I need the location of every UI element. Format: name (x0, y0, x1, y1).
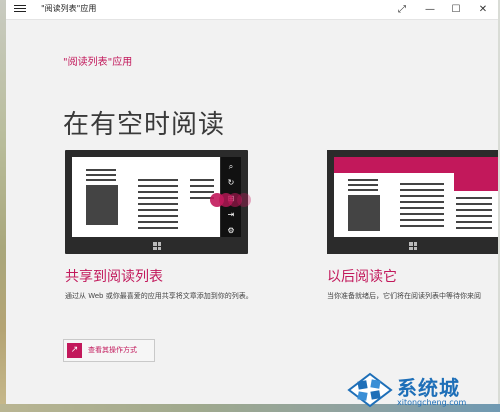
app-title: "阅读列表"应用 (63, 57, 133, 68)
loading-dots (210, 193, 251, 207)
card-title-share: 共享到阅读列表 (65, 269, 163, 285)
see-how-button[interactable]: ↗ 查看其操作方式 (63, 339, 155, 362)
share-icon: ↻ (227, 178, 235, 187)
search-icon: ⌕ (228, 162, 234, 171)
page-heading: 在有空时阅读 (63, 110, 226, 140)
tablet-screen (72, 157, 220, 237)
fullscreen-button[interactable]: ⤢ (388, 0, 416, 19)
hamburger-menu-icon[interactable] (14, 4, 26, 15)
card-desc-read-later: 当你准备就绪后，它们将在阅读列表中等待你来阅 (327, 292, 481, 300)
arrow-out-icon: ↗ (67, 343, 82, 358)
watermark-url: xitongcheng.com (397, 398, 467, 407)
maximize-button[interactable]: ☐ (442, 0, 470, 19)
see-how-label: 查看其操作方式 (88, 346, 137, 354)
app-window: "阅读列表"应用 ⤢ — ☐ ✕ "阅读列表"应用 在有空时阅读 ⌕ ↻ ⇥ ⚙… (6, 0, 498, 404)
windows-logo-icon (409, 242, 417, 250)
minimize-button[interactable]: — (416, 0, 444, 19)
card-title-read-later: 以后阅读它 (327, 269, 397, 285)
card-desc-share: 通过从 Web 或你最喜爱的应用共享将文章添加到你的列表。 (65, 292, 253, 300)
watermark-text: 系统城 (397, 376, 460, 400)
windows-logo-icon (153, 242, 161, 250)
devices-icon: ⇥ (227, 210, 235, 219)
window-title: "阅读列表"应用 (41, 4, 97, 13)
close-button[interactable]: ✕ (469, 0, 497, 19)
watermark: 系统城 xitongcheng.com (345, 372, 495, 408)
title-bar: "阅读列表"应用 ⤢ — ☐ ✕ (6, 0, 498, 20)
read-later-illustration (327, 150, 498, 254)
settings-icon: ⚙ (227, 226, 235, 235)
watermark-logo-icon (347, 372, 393, 408)
share-illustration: ⌕ ↻ ⊞ ⇥ ⚙ (65, 150, 251, 254)
tablet-screen (334, 157, 498, 237)
